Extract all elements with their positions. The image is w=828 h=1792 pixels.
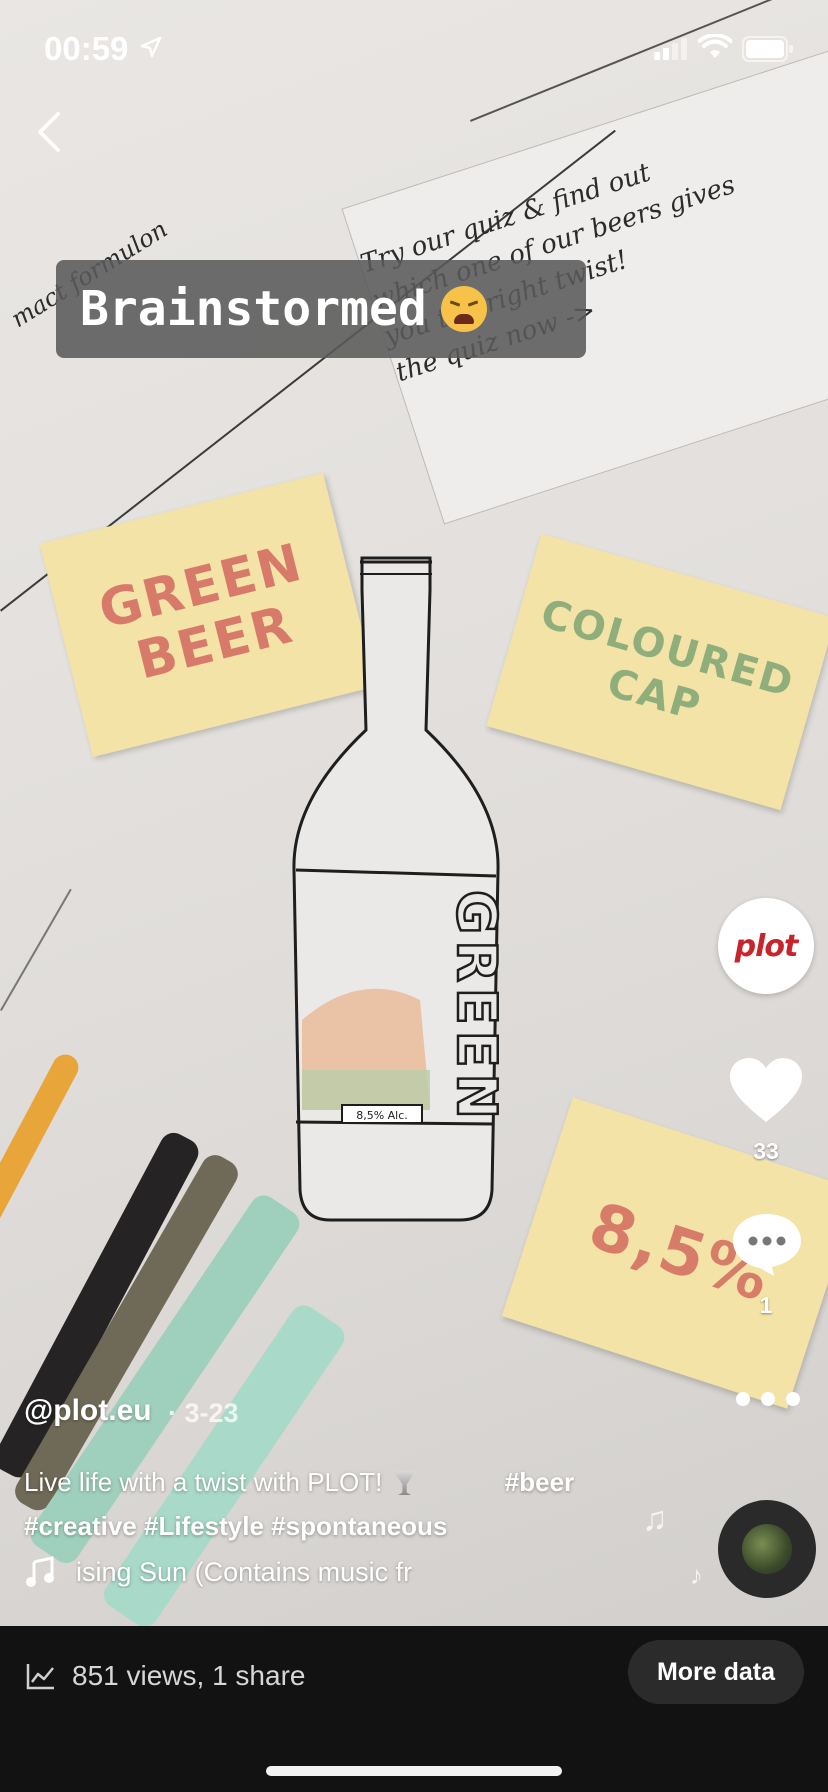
- caption-text: Brainstormed: [80, 281, 427, 337]
- music-note-icon: [26, 1556, 54, 1587]
- music-disc-art: [742, 1524, 792, 1574]
- plot-logo: plot: [734, 928, 799, 964]
- cellular-signal-icon: [654, 38, 687, 60]
- like-heart-icon[interactable]: [728, 1056, 804, 1126]
- music-info[interactable]: ising Sun (Contains music fr: [24, 1556, 450, 1588]
- bottle-label: GREEN: [445, 890, 508, 1125]
- back-chevron-icon[interactable]: [30, 108, 70, 156]
- more-data-button[interactable]: More data: [628, 1640, 804, 1704]
- cocktail-glass-icon: [393, 1471, 416, 1495]
- pen-orange: [0, 1050, 83, 1266]
- post-date: · 3-23: [168, 1398, 239, 1428]
- like-count: 33: [753, 1138, 779, 1164]
- video-caption-banner: Brainstormed: [56, 260, 586, 358]
- music-disc-icon[interactable]: [718, 1500, 816, 1598]
- video-screen: Try our quiz & find out which one of our…: [0, 0, 828, 1792]
- views-shares-stats: 851 views, 1 share: [72, 1660, 306, 1691]
- location-arrow-icon: [140, 36, 162, 58]
- post-description: Live life with a twist with PLOT! #beer …: [24, 1460, 624, 1548]
- floating-music-note-icon: ♪: [690, 1560, 703, 1590]
- home-indicator[interactable]: [266, 1766, 562, 1776]
- more-options-icon[interactable]: [736, 1388, 800, 1410]
- creator-username[interactable]: @plot.eu: [24, 1394, 152, 1428]
- video-frame[interactable]: Try our quiz & find out which one of our…: [0, 0, 828, 1626]
- analytics-chart-icon: [26, 1664, 54, 1690]
- music-track-title: ising Sun (Contains music fr: [76, 1556, 413, 1587]
- bottle-abv-label: 8,5% Alc.: [356, 1109, 408, 1122]
- battery-icon: [742, 36, 793, 62]
- bottle-drawing: 8,5% Alc. GREEN: [292, 556, 509, 1222]
- wifi-icon: [698, 34, 732, 58]
- hashtag-beer[interactable]: #beer: [505, 1467, 574, 1497]
- comment-bubble-icon[interactable]: [730, 1210, 804, 1278]
- description-text: Live life with a twist with PLOT!: [24, 1467, 390, 1497]
- hashtags-line[interactable]: #creative #Lifestyle #spontaneous: [24, 1511, 447, 1541]
- creator-avatar[interactable]: plot: [718, 898, 814, 994]
- sticky-note-coloured-cap: COLOURED CAP: [486, 533, 828, 811]
- weary-face-emoji-icon: [440, 286, 487, 332]
- floating-music-note-icon: ♫: [642, 1500, 668, 1538]
- comment-count: 1: [759, 1292, 773, 1318]
- status-time: 00:59: [44, 30, 129, 67]
- paper-edge-line: [0, 888, 72, 1011]
